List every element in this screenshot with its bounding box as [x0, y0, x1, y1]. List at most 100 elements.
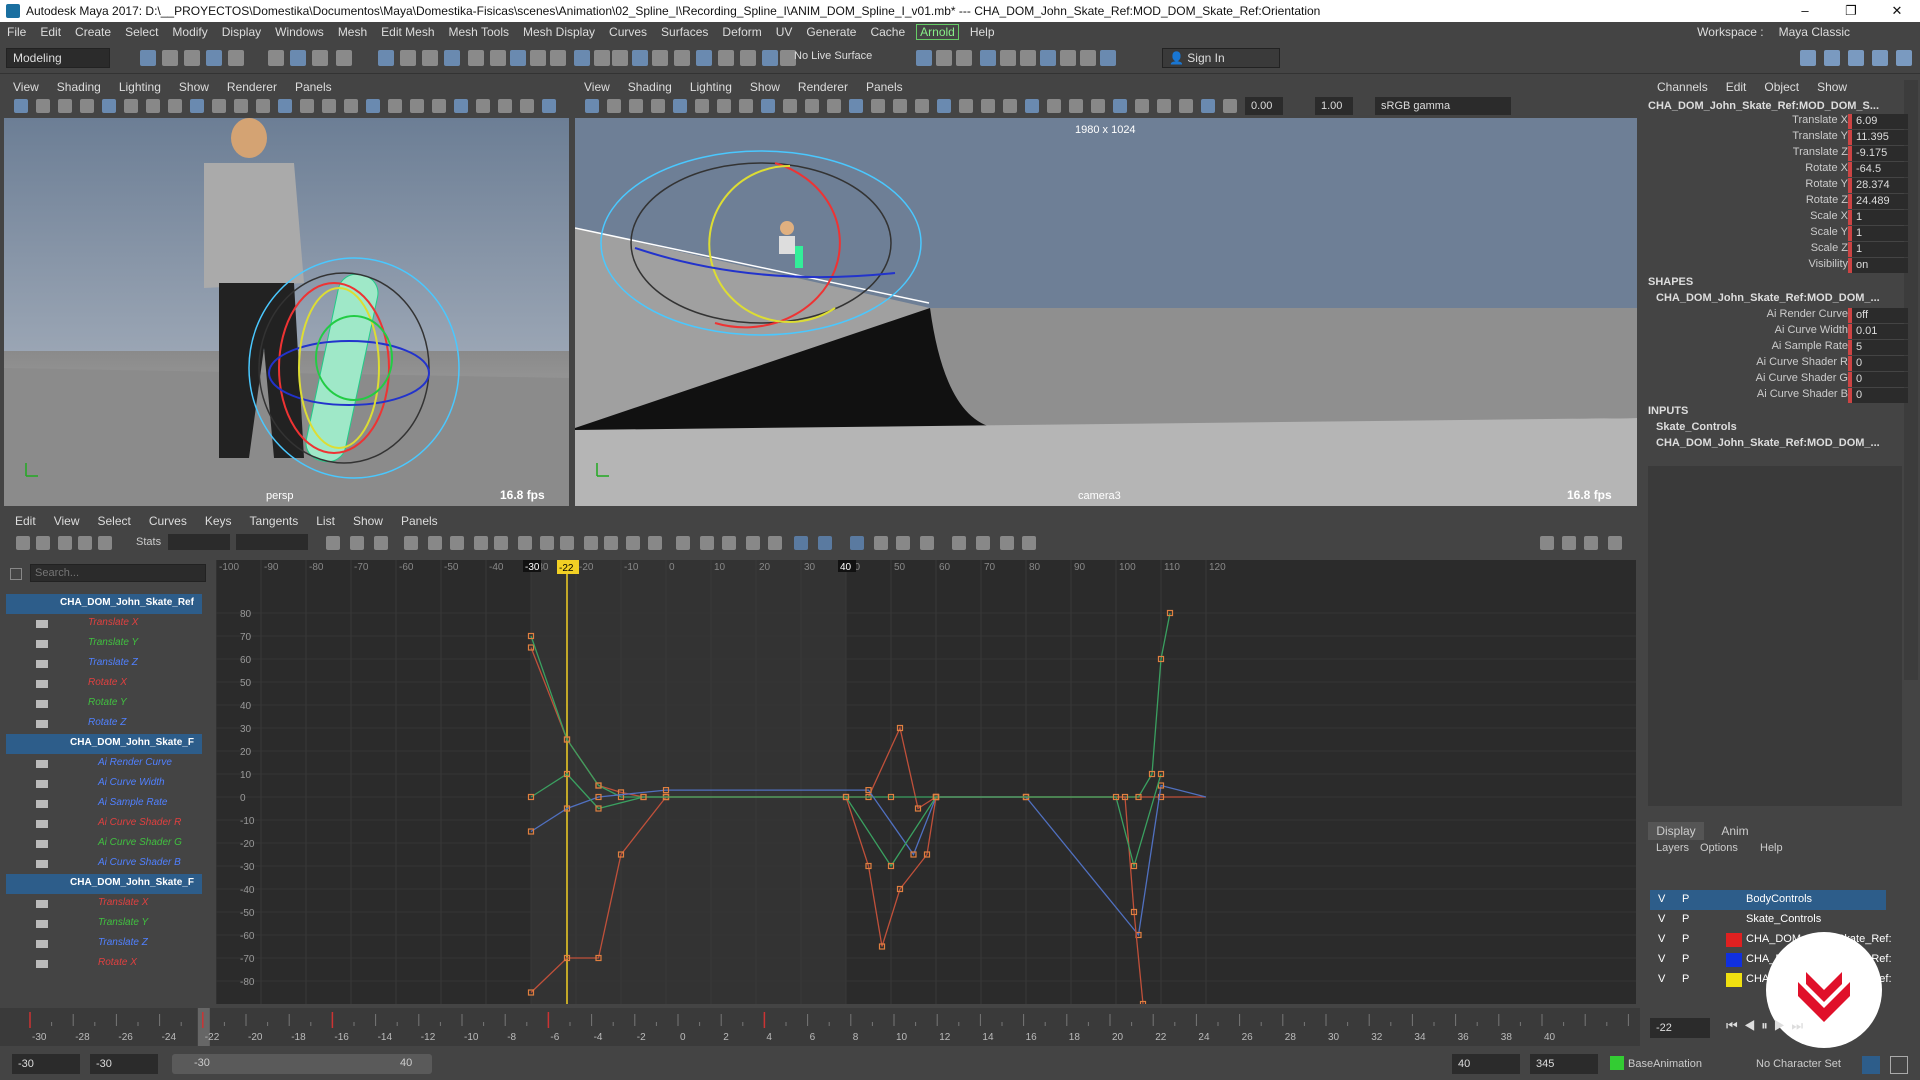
viewport-tool-icon[interactable]: [234, 99, 248, 113]
shelf-tool-icon[interactable]: [574, 50, 590, 66]
channel-scale-z[interactable]: Scale Z1: [1648, 242, 1910, 258]
left-vp-menu-view[interactable]: View: [4, 80, 48, 94]
left-viewport[interactable]: persp 16.8 fps: [4, 118, 569, 506]
menu-help[interactable]: Help: [963, 25, 1002, 39]
channel-value[interactable]: on: [1848, 258, 1908, 273]
channel-rotate-y[interactable]: Rotate Y 28.374: [1648, 178, 1910, 194]
graph-tool-icon[interactable]: [428, 536, 442, 550]
viewport-tool-icon[interactable]: [366, 99, 380, 113]
graph-tool-icon[interactable]: [404, 536, 418, 550]
viewport-tool-icon[interactable]: [1025, 99, 1039, 113]
graph-tool-icon[interactable]: [374, 536, 388, 550]
channel-value[interactable]: 1: [1848, 226, 1908, 241]
shelf-tool-icon[interactable]: [652, 50, 668, 66]
colorspace-dropdown[interactable]: sRGB gamma: [1375, 97, 1511, 115]
options-menu[interactable]: Options: [1700, 842, 1738, 854]
graph-editor-menu-list[interactable]: List: [307, 514, 344, 528]
viewport-tool-icon[interactable]: [1047, 99, 1061, 113]
menu-mesh-display[interactable]: Mesh Display: [516, 25, 602, 39]
outliner-curve-ai-curve-shader-b[interactable]: Ai Curve Shader B: [6, 854, 202, 874]
channel-value[interactable]: 11.395: [1848, 130, 1908, 145]
layer-color-swatch[interactable]: [1726, 933, 1742, 947]
graph-tool-icon[interactable]: [874, 536, 888, 550]
viewport-tool-icon[interactable]: [651, 99, 665, 113]
shelf-tool-icon[interactable]: [530, 50, 546, 66]
graph-editor-menu-show[interactable]: Show: [344, 514, 392, 528]
viewport-tool-icon[interactable]: [432, 99, 446, 113]
visibility-toggle[interactable]: V: [1658, 933, 1665, 945]
right-viewport[interactable]: 1980 x 1024 camera3 16.8 fps: [575, 118, 1637, 506]
right-vp-menu-lighting[interactable]: Lighting: [681, 80, 741, 94]
viewport-tool-icon[interactable]: [849, 99, 863, 113]
shape-channel-ai-sample-rate[interactable]: Ai Sample Rate 5: [1648, 340, 1910, 356]
playback-toggle[interactable]: P: [1682, 933, 1689, 945]
shelf-tool-icon[interactable]: [1080, 50, 1096, 66]
right-vp-menu-panels[interactable]: Panels: [857, 80, 912, 94]
minimize-button[interactable]: –: [1782, 0, 1828, 22]
outliner-curve-translate-z[interactable]: Translate Z: [6, 934, 202, 954]
shape-channel-ai-curve-shader-b[interactable]: Ai Curve Shader B0: [1648, 388, 1910, 404]
left-vp-menu-renderer[interactable]: Renderer: [218, 80, 286, 94]
shape-channel-ai-curve-shader-r[interactable]: Ai Curve Shader R0: [1648, 356, 1910, 372]
viewport-tool-icon[interactable]: [893, 99, 907, 113]
graph-tool-icon[interactable]: [494, 536, 508, 550]
auto-key-icon[interactable]: [1862, 1056, 1880, 1074]
outliner-curve-ai-curve-width[interactable]: Ai Curve Width: [6, 774, 202, 794]
shelf-tool-icon[interactable]: [1040, 50, 1056, 66]
stats-field-1[interactable]: [168, 534, 230, 550]
layout-icon[interactable]: [1800, 50, 1816, 66]
viewport-tool-icon[interactable]: [476, 99, 490, 113]
playback-toggle[interactable]: P: [1682, 973, 1689, 985]
shelf-tool-icon[interactable]: [312, 50, 328, 66]
channel-value[interactable]: 24.489: [1848, 194, 1908, 209]
graph-tool-icon[interactable]: [1584, 536, 1598, 550]
viewport-tool-icon[interactable]: [1157, 99, 1171, 113]
channel-box-menu-channels[interactable]: Channels: [1648, 80, 1717, 94]
layer-row[interactable]: V P Skate_Controls: [1650, 910, 1886, 930]
graph-tool-icon[interactable]: [896, 536, 910, 550]
graph-tool-icon[interactable]: [540, 536, 554, 550]
graph-tool-icon[interactable]: [1540, 536, 1554, 550]
viewport-tool-icon[interactable]: [1201, 99, 1215, 113]
character-set-dropdown[interactable]: No Character Set: [1756, 1058, 1841, 1070]
menu-edit-mesh[interactable]: Edit Mesh: [374, 25, 441, 39]
shelf-tool-icon[interactable]: [936, 50, 952, 66]
viewport-tool-icon[interactable]: [36, 99, 50, 113]
viewport-tool-icon[interactable]: [146, 99, 160, 113]
input-skate-controls[interactable]: Skate_Controls: [1656, 421, 1737, 433]
shelf-tool-icon[interactable]: [162, 50, 178, 66]
graph-tool-icon[interactable]: [700, 536, 714, 550]
outliner-curve-translate-x[interactable]: Translate X: [6, 894, 202, 914]
viewport-tool-icon[interactable]: [695, 99, 709, 113]
graph-editor-menu-curves[interactable]: Curves: [140, 514, 196, 528]
outliner-curve-translate-z[interactable]: Translate Z: [6, 654, 202, 674]
channel-value[interactable]: 0: [1848, 372, 1908, 387]
shelf-tool-icon[interactable]: [206, 50, 222, 66]
playback-toggle[interactable]: P: [1682, 893, 1689, 905]
viewport-tool-icon[interactable]: [1113, 99, 1127, 113]
shelf-tool-icon[interactable]: [1060, 50, 1076, 66]
layer-color-swatch[interactable]: [1726, 953, 1742, 967]
shelf-tool-icon[interactable]: [550, 50, 566, 66]
outliner-curve-rotate-z[interactable]: Rotate Z: [6, 714, 202, 734]
channel-translate-z[interactable]: Translate Z -9.175: [1648, 146, 1910, 162]
shelf-tool-icon[interactable]: [916, 50, 932, 66]
graph-tool-icon[interactable]: [794, 536, 808, 550]
left-vp-menu-lighting[interactable]: Lighting: [110, 80, 170, 94]
graph-tool-icon[interactable]: [560, 536, 574, 550]
graph-editor-menu-tangents[interactable]: Tangents: [241, 514, 308, 528]
viewport-tool-icon[interactable]: [783, 99, 797, 113]
viewport-tool-icon[interactable]: [1069, 99, 1083, 113]
graph-tool-icon[interactable]: [722, 536, 736, 550]
graph-tool-icon[interactable]: [850, 536, 864, 550]
graph-tool-icon[interactable]: [450, 536, 464, 550]
viewport-tool-icon[interactable]: [168, 99, 182, 113]
shelf-tool-icon[interactable]: [674, 50, 690, 66]
graph-tool-icon[interactable]: [474, 536, 488, 550]
layer-row[interactable]: V P BodyControls: [1650, 890, 1886, 910]
graph-editor-menu-keys[interactable]: Keys: [196, 514, 241, 528]
graph-tool-icon[interactable]: [1562, 536, 1576, 550]
help-menu[interactable]: Help: [1760, 842, 1783, 854]
viewport-tool-icon[interactable]: [14, 99, 28, 113]
shelf-tool-icon[interactable]: [268, 50, 284, 66]
